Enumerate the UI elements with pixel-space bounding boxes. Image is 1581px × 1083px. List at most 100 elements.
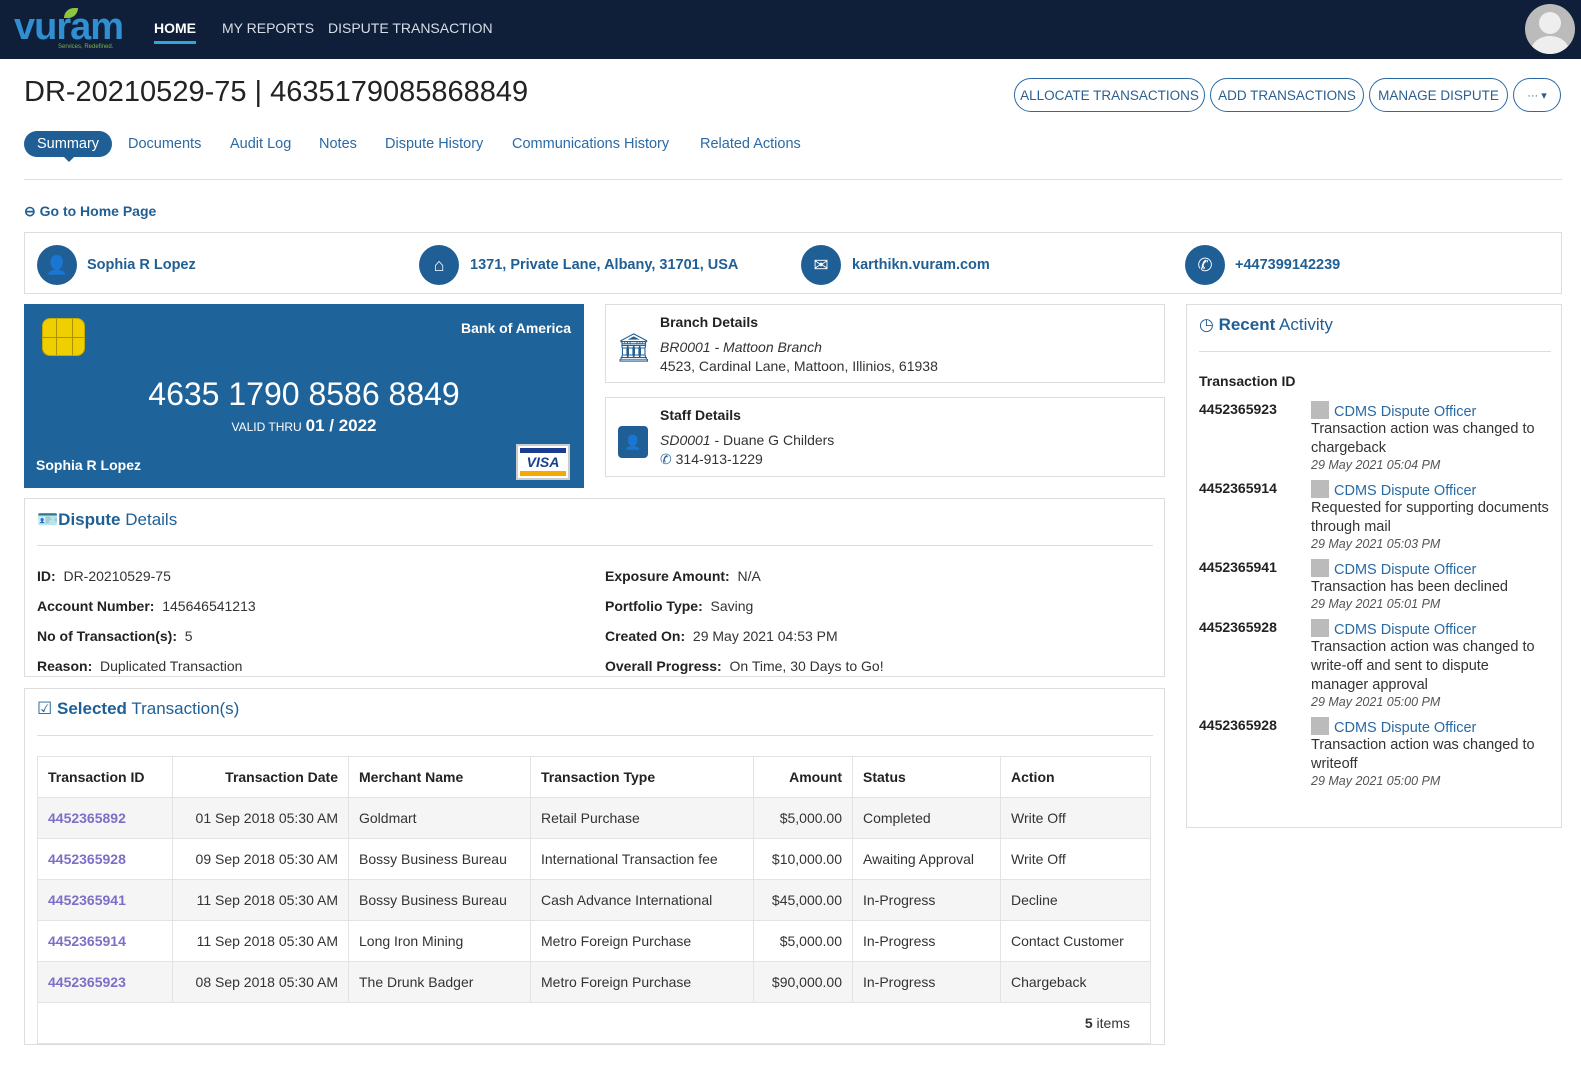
activity-item: 4452365941 CDMS Dispute Officer Transact…	[1199, 559, 1549, 611]
activity-transaction-id: 4452365923	[1199, 401, 1277, 417]
transaction-count: 5	[184, 628, 193, 644]
tab-notes[interactable]: Notes	[319, 131, 357, 157]
tab-dispute-history[interactable]: Dispute History	[385, 131, 483, 157]
vuram-logo[interactable]: vuram Services, Redefined.	[14, 6, 124, 50]
col-transaction-id[interactable]: Transaction ID	[37, 756, 173, 798]
user-avatar-icon	[1311, 401, 1329, 419]
cell-action: Write Off	[1000, 797, 1151, 839]
activity-user[interactable]: CDMS Dispute Officer	[1311, 480, 1549, 499]
dispute-id: DR-20210529-75	[63, 568, 171, 584]
cell-transaction-date: 08 Sep 2018 05:30 AM	[172, 961, 349, 1003]
contact-book-icon: 👤	[618, 426, 648, 458]
divider	[24, 179, 1562, 180]
cell-transaction-type: Retail Purchase	[530, 797, 754, 839]
dispute-details-panel: 🪪Dispute Details ID: DR-20210529-75 Acco…	[24, 498, 1165, 677]
phone-icon: ✆	[1185, 245, 1225, 285]
cell-status: In-Progress	[852, 961, 1001, 1003]
portfolio-type: Saving	[710, 598, 754, 614]
envelope-icon: ✉	[801, 245, 841, 285]
activity-message: Transaction action was changed to charge…	[1311, 421, 1535, 456]
cell-transaction-date: 11 Sep 2018 05:30 AM	[172, 879, 349, 921]
branch-details: 🏛 Branch Details BR0001 - Mattoon Branch…	[605, 304, 1165, 383]
cell-action: Chargeback	[1000, 961, 1151, 1003]
nav-dispute-transaction[interactable]: DISPUTE TRANSACTION	[328, 20, 493, 36]
page-title: DR-20210529-75 | 4635179085868849	[24, 76, 529, 108]
cell-amount: $5,000.00	[753, 920, 853, 962]
activity-user[interactable]: CDMS Dispute Officer	[1311, 619, 1549, 638]
user-avatar-icon	[1311, 480, 1329, 498]
created-on: 29 May 2021 04:53 PM	[692, 628, 838, 644]
col-status[interactable]: Status	[852, 756, 1001, 798]
add-transactions-button[interactable]: ADD TRANSACTIONS	[1210, 78, 1364, 112]
chip-icon	[42, 318, 85, 356]
user-avatar-icon	[1311, 717, 1329, 735]
phone-icon: ✆	[660, 451, 672, 467]
user-avatar[interactable]	[1525, 4, 1575, 54]
activity-time: 29 May 2021 05:03 PM	[1311, 537, 1441, 551]
cell-merchant-name: Bossy Business Bureau	[348, 879, 531, 921]
activity-item: 4452365928 CDMS Dispute Officer Transact…	[1199, 717, 1549, 788]
staff-phone: 314-913-1229	[675, 451, 763, 467]
card-expiry: 01 / 2022	[305, 416, 377, 435]
activity-user[interactable]: CDMS Dispute Officer	[1311, 717, 1549, 736]
checkbox-icon: ☑	[37, 699, 53, 718]
contact-bar: 👤 Sophia R Lopez ⌂ 1371, Private Lane, A…	[24, 232, 1562, 294]
cell-status: Completed	[852, 797, 1001, 839]
tab-documents[interactable]: Documents	[128, 131, 201, 157]
recent-activity-panel: ◷ Recent Activity Transaction ID 4452365…	[1186, 304, 1562, 828]
manage-dispute-button[interactable]: MANAGE DISPUTE	[1369, 78, 1508, 112]
tab-audit-log[interactable]: Audit Log	[230, 131, 291, 157]
cell-transaction-id[interactable]: 4452365914	[37, 920, 173, 962]
dispute-details-title: 🪪Dispute Details	[37, 510, 178, 529]
col-transaction-date[interactable]: Transaction Date	[172, 756, 349, 798]
activity-user[interactable]: CDMS Dispute Officer	[1311, 401, 1549, 420]
activity-column-header: Transaction ID	[1199, 373, 1296, 389]
cell-transaction-id[interactable]: 4452365941	[37, 879, 173, 921]
customer-name: Sophia R Lopez	[87, 257, 196, 273]
account-number: 145646541213	[162, 598, 256, 614]
col-transaction-type[interactable]: Transaction Type	[530, 756, 754, 798]
nav-my-reports[interactable]: MY REPORTS	[222, 20, 314, 36]
col-amount[interactable]: Amount	[753, 756, 853, 798]
activity-user[interactable]: CDMS Dispute Officer	[1311, 559, 1549, 578]
col-merchant-name[interactable]: Merchant Name	[348, 756, 531, 798]
cell-merchant-name: Goldmart	[348, 797, 531, 839]
tab-related-actions[interactable]: Related Actions	[700, 131, 801, 157]
card-number: 4635 1790 8586 8849	[148, 376, 460, 412]
cell-transaction-type: Metro Foreign Purchase	[530, 961, 754, 1003]
customer-email[interactable]: karthikn.vuram.com	[852, 257, 990, 273]
staff-title: Staff Details	[660, 407, 741, 423]
reason: Duplicated Transaction	[100, 658, 243, 674]
activity-transaction-id: 4452365941	[1199, 559, 1277, 575]
bank-building-icon: 🏛	[616, 332, 652, 363]
activity-transaction-id: 4452365914	[1199, 480, 1277, 496]
tab-communications-history[interactable]: Communications History	[512, 131, 669, 157]
go-home-link[interactable]: ⊖ Go to Home Page	[24, 203, 156, 220]
cell-action: Contact Customer	[1000, 920, 1151, 962]
col-action[interactable]: Action	[1000, 756, 1151, 798]
nav-home[interactable]: HOME	[154, 20, 196, 44]
activity-message: Transaction has been declined	[1311, 579, 1508, 595]
cell-amount: $10,000.00	[753, 838, 853, 880]
selected-transactions-title: ☑ Selected Transaction(s)	[37, 699, 240, 718]
more-actions-dropdown[interactable]: ··· ▾	[1513, 78, 1561, 112]
activity-transaction-id: 4452365928	[1199, 619, 1277, 635]
activity-time: 29 May 2021 05:00 PM	[1311, 774, 1441, 788]
activity-message: Transaction action was changed to writeo…	[1311, 737, 1535, 772]
activity-time: 29 May 2021 05:00 PM	[1311, 695, 1441, 709]
allocate-transactions-button[interactable]: ALLOCATE TRANSACTIONS	[1014, 78, 1205, 112]
cell-transaction-id[interactable]: 4452365892	[37, 797, 173, 839]
top-navbar: vuram Services, Redefined. HOME MY REPORT…	[0, 0, 1581, 59]
id-card-icon: 🪪	[37, 510, 59, 529]
table-row: 4452365928 09 Sep 2018 05:30 AM Bossy Busi…	[37, 838, 1151, 880]
cell-transaction-id[interactable]: 4452365928	[37, 838, 173, 880]
cell-amount: $5,000.00	[753, 797, 853, 839]
user-icon: 👤	[37, 245, 77, 285]
clock-icon: ◷	[1199, 315, 1214, 334]
cell-transaction-date: 09 Sep 2018 05:30 AM	[172, 838, 349, 880]
customer-phone: +447399142239	[1235, 257, 1341, 273]
cell-transaction-id[interactable]: 4452365923	[37, 961, 173, 1003]
table-row: 4452365914 11 Sep 2018 05:30 AM Long Iron …	[37, 920, 1151, 962]
tab-summary[interactable]: Summary	[24, 131, 113, 162]
activity-time: 29 May 2021 05:01 PM	[1311, 597, 1441, 611]
